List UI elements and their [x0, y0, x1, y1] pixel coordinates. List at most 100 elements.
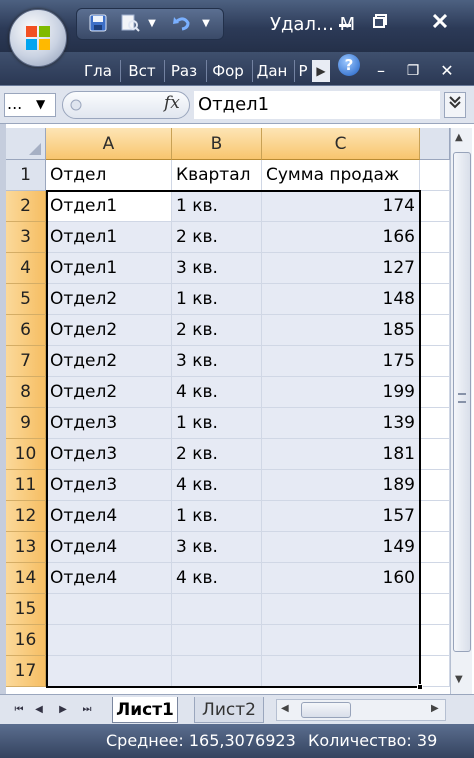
table-cell[interactable]: 1 кв.	[172, 408, 262, 439]
row-header[interactable]: 17	[6, 656, 46, 687]
table-cell[interactable]: 1 кв.	[172, 191, 262, 222]
table-cell[interactable]: 3 кв.	[172, 532, 262, 563]
table-cell[interactable]: 189	[262, 470, 420, 501]
spreadsheet-grid[interactable]: A B C 1 Отдел Квартал Сумма продаж 2 Отдел1 1 …	[0, 124, 474, 694]
table-cell[interactable]: Отдел2	[46, 346, 172, 377]
table-cell[interactable]	[420, 408, 450, 439]
tab-page-layout[interactable]: Раз	[166, 58, 202, 84]
print-preview-icon[interactable]	[119, 14, 141, 34]
select-all-corner[interactable]	[6, 128, 46, 160]
header-cell[interactable]: Сумма продаж	[262, 160, 420, 191]
row-header[interactable]: 6	[6, 315, 46, 346]
table-cell[interactable]	[420, 656, 450, 687]
table-cell[interactable]	[420, 563, 450, 594]
row-header[interactable]: 11	[6, 470, 46, 501]
table-cell[interactable]	[46, 625, 172, 656]
header-cell[interactable]: Квартал	[172, 160, 262, 191]
row-header[interactable]: 1	[6, 160, 46, 191]
row-header[interactable]: 12	[6, 501, 46, 532]
row-header[interactable]: 2	[6, 191, 46, 222]
table-cell[interactable]: 2 кв.	[172, 222, 262, 253]
column-header-d[interactable]	[420, 128, 450, 160]
undo-dropdown-icon[interactable]: ▼	[195, 14, 217, 34]
table-cell[interactable]: 185	[262, 315, 420, 346]
row-header[interactable]: 15	[6, 594, 46, 625]
table-cell[interactable]: Отдел1	[46, 253, 172, 284]
tab-formulas[interactable]: Фор	[208, 58, 248, 84]
table-cell[interactable]: 4 кв.	[172, 377, 262, 408]
table-cell[interactable]: 148	[262, 284, 420, 315]
scroll-up-icon[interactable]: ▲	[455, 132, 463, 143]
table-cell[interactable]: Отдел4	[46, 532, 172, 563]
table-cell[interactable]	[420, 160, 450, 191]
minimize-icon[interactable]	[328, 10, 362, 36]
sheet-tab-1[interactable]: Лист1	[112, 697, 178, 723]
table-cell[interactable]	[420, 625, 450, 656]
horizontal-scrollbar[interactable]: ◀ ▶	[276, 699, 446, 721]
ribbon-close-icon[interactable]: ✕	[434, 58, 460, 84]
formula-expand-icon[interactable]	[444, 92, 466, 118]
chevron-down-icon[interactable]: ▼	[36, 97, 45, 111]
table-cell[interactable]: Отдел2	[46, 377, 172, 408]
header-cell[interactable]: Отдел	[46, 160, 172, 191]
table-cell[interactable]: 127	[262, 253, 420, 284]
row-header[interactable]: 14	[6, 563, 46, 594]
table-cell[interactable]	[420, 191, 450, 222]
table-cell[interactable]	[46, 594, 172, 625]
tab-home[interactable]: Гла	[80, 58, 116, 84]
table-cell[interactable]	[262, 656, 420, 687]
close-icon[interactable]	[412, 10, 468, 36]
table-cell[interactable]: 181	[262, 439, 420, 470]
table-cell[interactable]	[420, 594, 450, 625]
tab-scroll-right-icon[interactable]: ▶	[312, 60, 330, 82]
table-cell[interactable]: 149	[262, 532, 420, 563]
table-cell[interactable]: 4 кв.	[172, 563, 262, 594]
table-cell[interactable]: 3 кв.	[172, 346, 262, 377]
undo-icon[interactable]	[171, 14, 193, 34]
ribbon-restore-icon[interactable]: ❐	[400, 58, 426, 84]
table-cell[interactable]	[420, 284, 450, 315]
column-header-b[interactable]: B	[172, 128, 262, 160]
table-cell[interactable]: 175	[262, 346, 420, 377]
table-cell[interactable]: 1 кв.	[172, 284, 262, 315]
row-header[interactable]: 4	[6, 253, 46, 284]
table-cell[interactable]	[172, 594, 262, 625]
last-sheet-icon[interactable]: ⏭	[80, 703, 94, 717]
table-cell[interactable]	[420, 315, 450, 346]
row-header[interactable]: 5	[6, 284, 46, 315]
row-header[interactable]: 3	[6, 222, 46, 253]
column-header-c[interactable]: C	[262, 128, 420, 160]
name-box[interactable]: ...	[4, 93, 56, 117]
insert-function-icon[interactable]: fx	[164, 93, 180, 113]
save-icon[interactable]	[87, 14, 109, 34]
table-cell[interactable]: Отдел3	[46, 470, 172, 501]
tab-insert[interactable]: Вст	[124, 58, 160, 84]
table-cell[interactable]	[420, 470, 450, 501]
horizontal-scroll-thumb[interactable]	[301, 702, 351, 718]
first-sheet-icon[interactable]: ⏮	[12, 703, 26, 717]
table-cell[interactable]: 2 кв.	[172, 439, 262, 470]
table-cell[interactable]: 4 кв.	[172, 470, 262, 501]
tab-review[interactable]: Р	[296, 58, 310, 84]
table-cell[interactable]: 199	[262, 377, 420, 408]
row-header[interactable]: 8	[6, 377, 46, 408]
fill-handle[interactable]	[417, 684, 423, 690]
table-cell[interactable]	[420, 501, 450, 532]
table-cell[interactable]	[420, 253, 450, 284]
table-cell[interactable]	[420, 377, 450, 408]
chevron-down-icon[interactable]: ▼	[141, 14, 163, 34]
table-cell[interactable]: Отдел4	[46, 563, 172, 594]
vertical-scrollbar[interactable]: ▲ ▼	[450, 128, 472, 694]
table-cell[interactable]: 166	[262, 222, 420, 253]
table-cell[interactable]: Отдел2	[46, 284, 172, 315]
scroll-thumb[interactable]	[453, 152, 471, 652]
table-cell[interactable]: Отдел2	[46, 315, 172, 346]
row-header[interactable]: 10	[6, 439, 46, 470]
table-cell[interactable]	[420, 532, 450, 563]
table-cell[interactable]: 160	[262, 563, 420, 594]
scroll-down-icon[interactable]: ▼	[455, 674, 463, 685]
row-header[interactable]: 16	[6, 625, 46, 656]
table-cell[interactable]	[46, 656, 172, 687]
scroll-left-icon[interactable]: ◀	[281, 703, 289, 714]
tab-data[interactable]: Дан	[254, 58, 290, 84]
